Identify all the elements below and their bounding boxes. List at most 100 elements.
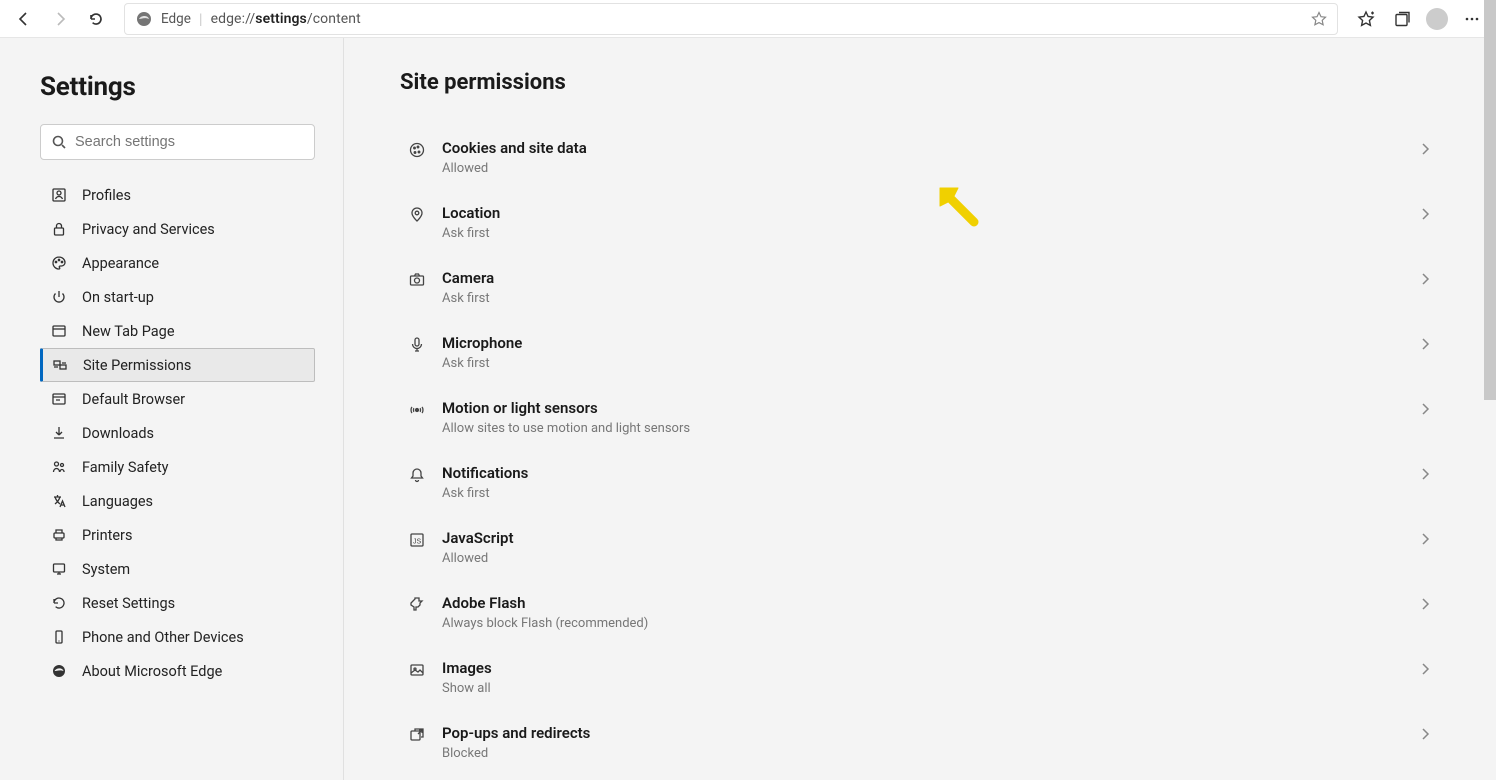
newtab-icon xyxy=(50,323,68,339)
perm-title: Microphone xyxy=(442,334,1418,352)
camera-icon xyxy=(404,271,430,289)
nav-label: System xyxy=(82,561,130,578)
sensor-icon xyxy=(404,401,430,419)
collections-button[interactable] xyxy=(1386,3,1418,35)
perm-title: Notifications xyxy=(442,464,1418,482)
perm-images[interactable]: Images Show all xyxy=(400,645,1440,710)
nav-default-browser[interactable]: Default Browser xyxy=(40,382,315,416)
perm-flash[interactable]: Adobe FlashAlways block Flash (recommend… xyxy=(400,580,1440,645)
nav-about[interactable]: About Microsoft Edge xyxy=(40,654,315,688)
nav-site-permissions[interactable]: Site Permissions xyxy=(40,348,315,382)
nav-label: About Microsoft Edge xyxy=(82,663,222,680)
phone-icon xyxy=(50,629,68,645)
permissions-icon xyxy=(51,357,69,373)
settings-search[interactable] xyxy=(40,124,315,160)
perm-subtitle: Ask first xyxy=(442,291,1418,306)
browser-toolbar: Edge | edge://settings/content xyxy=(0,0,1496,38)
vertical-scrollbar[interactable] xyxy=(1484,0,1496,400)
edge-icon xyxy=(50,663,68,679)
nav-label: Privacy and Services xyxy=(82,221,215,238)
perm-notifications[interactable]: NotificationsAsk first xyxy=(400,450,1440,515)
perm-subtitle: Ask first xyxy=(442,356,1418,371)
palette-icon xyxy=(50,255,68,271)
perm-motion[interactable]: Motion or light sensorsAllow sites to us… xyxy=(400,385,1440,450)
perm-subtitle: Allowed xyxy=(442,551,1418,566)
perm-cookies[interactable]: Cookies and site data Allowed xyxy=(400,125,1440,190)
perm-title: Pop-ups and redirects xyxy=(442,724,1418,742)
perm-subtitle: Show all xyxy=(442,681,1418,696)
perm-subtitle: Always block Flash (recommended) xyxy=(442,616,1418,631)
address-bar[interactable]: Edge | edge://settings/content xyxy=(124,3,1338,35)
search-input[interactable] xyxy=(75,134,304,150)
flash-icon xyxy=(404,596,430,614)
nav-label: New Tab Page xyxy=(82,323,175,340)
perm-javascript[interactable]: JS JavaScriptAllowed xyxy=(400,515,1440,580)
chevron-right-icon xyxy=(1418,337,1432,351)
perm-microphone[interactable]: Microphone Ask first xyxy=(400,320,1440,385)
chevron-right-icon xyxy=(1418,207,1432,221)
refresh-button[interactable] xyxy=(80,3,112,35)
chevron-right-icon xyxy=(1418,272,1432,286)
perm-subtitle: Allow sites to use motion and light sens… xyxy=(442,421,1418,436)
svg-text:JS: JS xyxy=(413,539,422,546)
perm-subtitle: Blocked xyxy=(442,746,1418,761)
chevron-right-icon xyxy=(1418,142,1432,156)
favorites-button[interactable] xyxy=(1350,3,1382,35)
microphone-icon xyxy=(404,336,430,354)
perm-camera[interactable]: CameraAsk first xyxy=(400,255,1440,320)
lock-icon xyxy=(50,221,68,237)
nav-family[interactable]: Family Safety xyxy=(40,450,315,484)
profile-avatar[interactable] xyxy=(1426,8,1448,30)
annotation-arrow-icon xyxy=(934,182,982,230)
perm-ads[interactable]: Ads xyxy=(400,775,1440,780)
cookie-icon xyxy=(404,141,430,159)
nav-phone[interactable]: Phone and Other Devices xyxy=(40,620,315,654)
nav-startup[interactable]: On start-up xyxy=(40,280,315,314)
bell-icon xyxy=(404,466,430,484)
nav-label: Reset Settings xyxy=(82,595,175,612)
nav-printers[interactable]: Printers xyxy=(40,518,315,552)
language-icon xyxy=(50,493,68,509)
nav-newtab[interactable]: New Tab Page xyxy=(40,314,315,348)
perm-popups[interactable]: Pop-ups and redirects Blocked xyxy=(400,710,1440,775)
perm-title: Location xyxy=(442,204,1418,222)
profile-icon xyxy=(50,187,68,203)
nav-label: Printers xyxy=(82,527,132,544)
nav-system[interactable]: System xyxy=(40,552,315,586)
nav-reset[interactable]: Reset Settings xyxy=(40,586,315,620)
favorite-star-icon[interactable] xyxy=(1311,11,1327,27)
forward-button[interactable] xyxy=(44,3,76,35)
perm-location[interactable]: LocationAsk first xyxy=(400,190,1440,255)
back-button[interactable] xyxy=(8,3,40,35)
nav-profiles[interactable]: Profiles xyxy=(40,178,315,212)
page-title: Site permissions xyxy=(400,70,1440,95)
nav-downloads[interactable]: Downloads xyxy=(40,416,315,450)
nav-privacy[interactable]: Privacy and Services xyxy=(40,212,315,246)
brand-label: Edge xyxy=(161,11,191,27)
nav-label: Appearance xyxy=(82,255,159,272)
js-icon: JS xyxy=(404,531,430,549)
chevron-right-icon xyxy=(1418,662,1432,676)
chevron-right-icon xyxy=(1418,597,1432,611)
nav-languages[interactable]: Languages xyxy=(40,484,315,518)
chevron-right-icon xyxy=(1418,727,1432,741)
browser-icon xyxy=(50,391,68,407)
power-icon xyxy=(50,289,68,305)
separator: | xyxy=(199,10,203,28)
perm-title: Images xyxy=(442,659,1418,677)
perm-title: Cookies and site data xyxy=(442,139,1418,157)
system-icon xyxy=(50,561,68,577)
chevron-right-icon xyxy=(1418,402,1432,416)
nav-label: Phone and Other Devices xyxy=(82,629,244,646)
image-icon xyxy=(404,661,430,679)
main-panel: Site permissions Cookies and site data Al… xyxy=(344,38,1496,780)
content-area: Settings Profiles Privacy and Services A… xyxy=(0,38,1496,780)
nav-label: Profiles xyxy=(82,187,131,204)
printer-icon xyxy=(50,527,68,543)
popup-icon xyxy=(404,726,430,744)
chevron-right-icon xyxy=(1418,532,1432,546)
perm-subtitle: Allowed xyxy=(442,161,1418,176)
nav-label: Site Permissions xyxy=(83,357,191,374)
nav-appearance[interactable]: Appearance xyxy=(40,246,315,280)
family-icon xyxy=(50,459,68,475)
